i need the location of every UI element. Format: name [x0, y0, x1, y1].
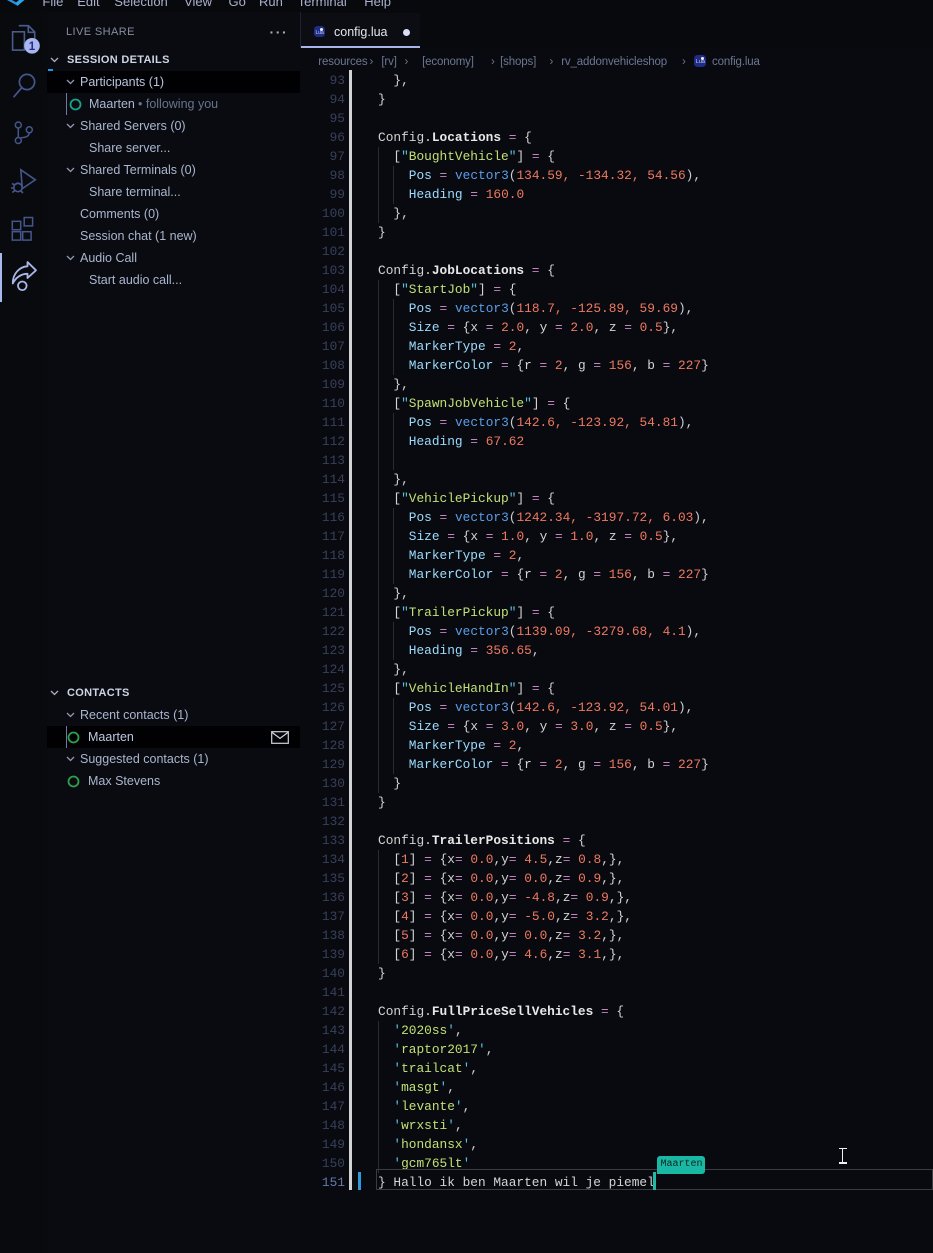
- svg-text:1: 1: [29, 41, 36, 53]
